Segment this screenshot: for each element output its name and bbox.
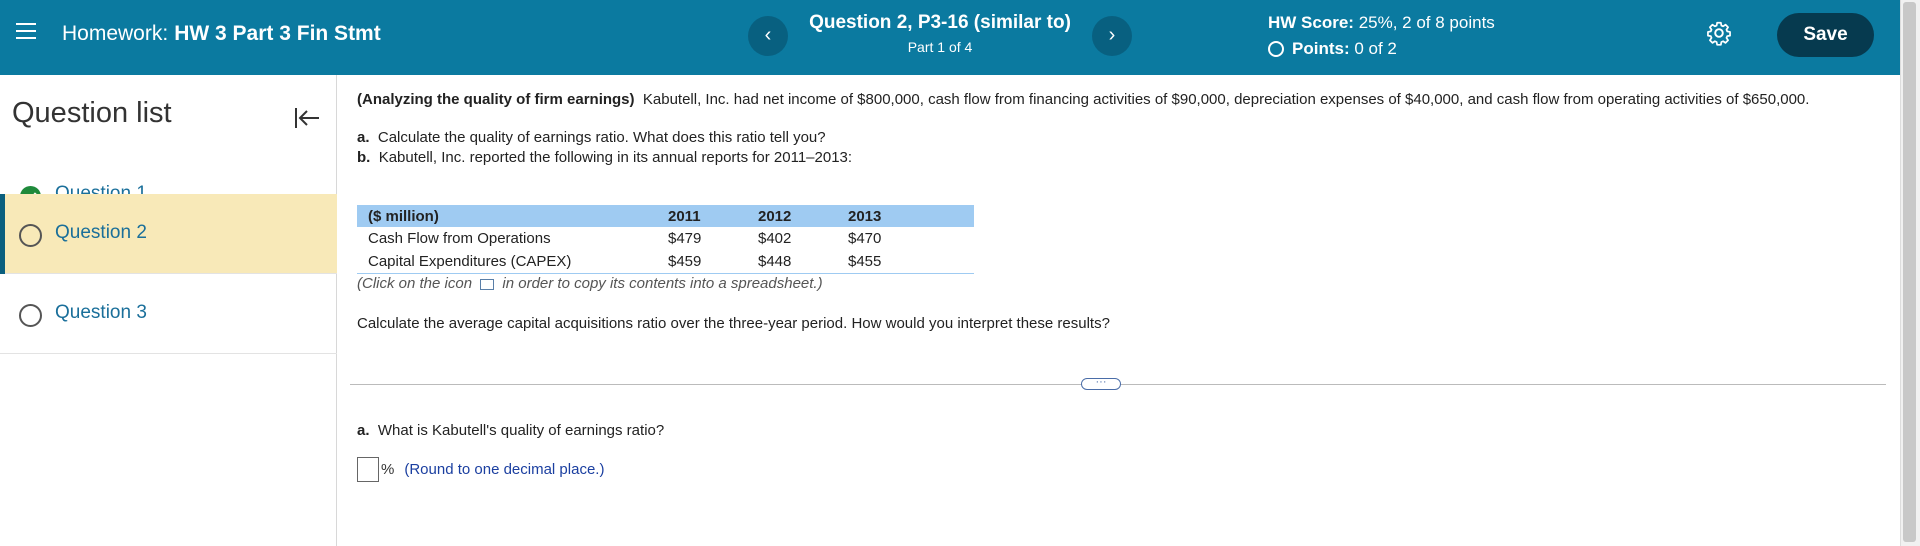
table-row: Capital Expenditures (CAPEX) $459 $448 $… bbox=[357, 250, 974, 274]
points-label: Points: bbox=[1292, 39, 1350, 58]
table-header-row: ($ million) 2011 2012 2013 bbox=[357, 205, 974, 227]
question-header: Question 2, P3-16 (similar to) Part 1 of… bbox=[770, 12, 1110, 55]
gear-icon[interactable] bbox=[1706, 20, 1732, 46]
table-cell: $470 bbox=[848, 230, 882, 247]
percent-unit: % bbox=[381, 461, 395, 478]
part-b-text: Kabutell, Inc. reported the following in… bbox=[378, 149, 853, 166]
question-title: Question 2, P3-16 (similar to) bbox=[809, 12, 1071, 33]
top-header: Homework: HW 3 Part 3 Fin Stmt ‹ Question… bbox=[0, 0, 1900, 75]
hint-text-start: (Click on the icon bbox=[357, 275, 473, 292]
problem-statement: (Analyzing the quality of firm earnings)… bbox=[357, 90, 1887, 110]
table-cell: Cash Flow from Operations bbox=[368, 230, 551, 247]
points-value: 0 of 2 bbox=[1354, 39, 1397, 58]
empty-circle-icon bbox=[19, 304, 42, 327]
question-list-item-3[interactable]: Question 3 bbox=[0, 274, 337, 354]
quality-of-earnings-input[interactable] bbox=[357, 457, 379, 482]
points-circle-icon bbox=[1268, 41, 1284, 57]
question-prompt: Calculate the average capital acquisitio… bbox=[357, 315, 1110, 332]
part-a: a. Calculate the quality of earnings rat… bbox=[357, 128, 1887, 148]
table-cell: $479 bbox=[668, 230, 702, 247]
table-header-cell: 2012 bbox=[747, 205, 837, 227]
score-panel: HW Score: 25%, 2 of 8 points Points: 0 o… bbox=[1268, 13, 1495, 59]
table-cell: $448 bbox=[747, 250, 837, 274]
table-header-cell: 2011 bbox=[657, 205, 747, 227]
expand-more-button[interactable]: ··· bbox=[1081, 377, 1121, 390]
table-row: Cash Flow from Operations $479 $402 $470 bbox=[357, 227, 974, 250]
problem-parts: a. Calculate the quality of earnings rat… bbox=[357, 128, 1887, 168]
question-list-title: Question list bbox=[12, 97, 172, 129]
question-2-label: Question 2 bbox=[55, 222, 147, 243]
table-header-cell: ($ million) bbox=[357, 205, 657, 227]
table-cell: $402 bbox=[758, 230, 792, 247]
hw-score: HW Score: 25%, 2 of 8 points bbox=[1268, 13, 1495, 33]
hint-text-end: in order to copy its contents into a spr… bbox=[502, 275, 823, 292]
part-b-letter: b. bbox=[357, 149, 371, 166]
table-header-cell: 2013 bbox=[837, 205, 974, 227]
save-button[interactable]: Save bbox=[1777, 13, 1874, 57]
part-a-letter: a. bbox=[357, 129, 370, 146]
question-part: Part 1 of 4 bbox=[907, 39, 973, 55]
problem-text: Kabutell, Inc. had net income of $800,00… bbox=[642, 91, 1810, 108]
question-content: (Analyzing the quality of firm earnings)… bbox=[357, 90, 1887, 332]
collapse-sidebar-icon[interactable] bbox=[292, 103, 322, 133]
financial-data-table: ($ million) 2011 2012 2013 Cash Flow fro… bbox=[357, 205, 974, 274]
copy-to-spreadsheet-icon[interactable] bbox=[480, 278, 495, 290]
table-cell: $459 bbox=[657, 250, 747, 274]
homework-title: Homework: HW 3 Part 3 Fin Stmt bbox=[62, 22, 381, 46]
question-list-item-2[interactable]: Question 2 bbox=[0, 194, 337, 274]
menu-icon[interactable] bbox=[16, 23, 36, 41]
copy-hint: (Click on the icon in order to copy its … bbox=[357, 275, 823, 292]
answer-question: a. What is Kabutell's quality of earning… bbox=[357, 422, 664, 439]
answer-letter: a. bbox=[357, 422, 370, 439]
next-question-button[interactable]: › bbox=[1092, 16, 1132, 56]
page-scrollbar-thumb[interactable] bbox=[1903, 2, 1916, 542]
points: Points: 0 of 2 bbox=[1268, 39, 1495, 59]
rounding-instruction: (Round to one decimal place.) bbox=[404, 461, 605, 478]
table-cell: Capital Expenditures (CAPEX) bbox=[357, 250, 657, 274]
problem-topic: (Analyzing the quality of firm earnings) bbox=[357, 91, 635, 108]
question-3-label: Question 3 bbox=[55, 302, 147, 323]
part-b: b. Kabutell, Inc. reported the following… bbox=[357, 148, 1887, 168]
part-a-text: Calculate the quality of earnings ratio.… bbox=[377, 129, 826, 146]
homework-name: HW 3 Part 3 Fin Stmt bbox=[174, 22, 381, 45]
empty-circle-icon bbox=[19, 224, 42, 247]
hw-score-value: 25%, 2 of 8 points bbox=[1358, 13, 1495, 32]
hw-score-label: HW Score: bbox=[1268, 13, 1354, 32]
chevron-right-icon: › bbox=[1108, 24, 1116, 46]
homework-label: Homework: bbox=[62, 22, 169, 45]
answer-prompt: What is Kabutell's quality of earnings r… bbox=[377, 422, 665, 439]
active-indicator bbox=[0, 194, 5, 274]
answer-row: % (Round to one decimal place.) bbox=[357, 457, 604, 482]
table-cell: $455 bbox=[837, 250, 974, 274]
question-list-sidebar: Question list Question 1 Question 2 Ques… bbox=[0, 75, 337, 546]
